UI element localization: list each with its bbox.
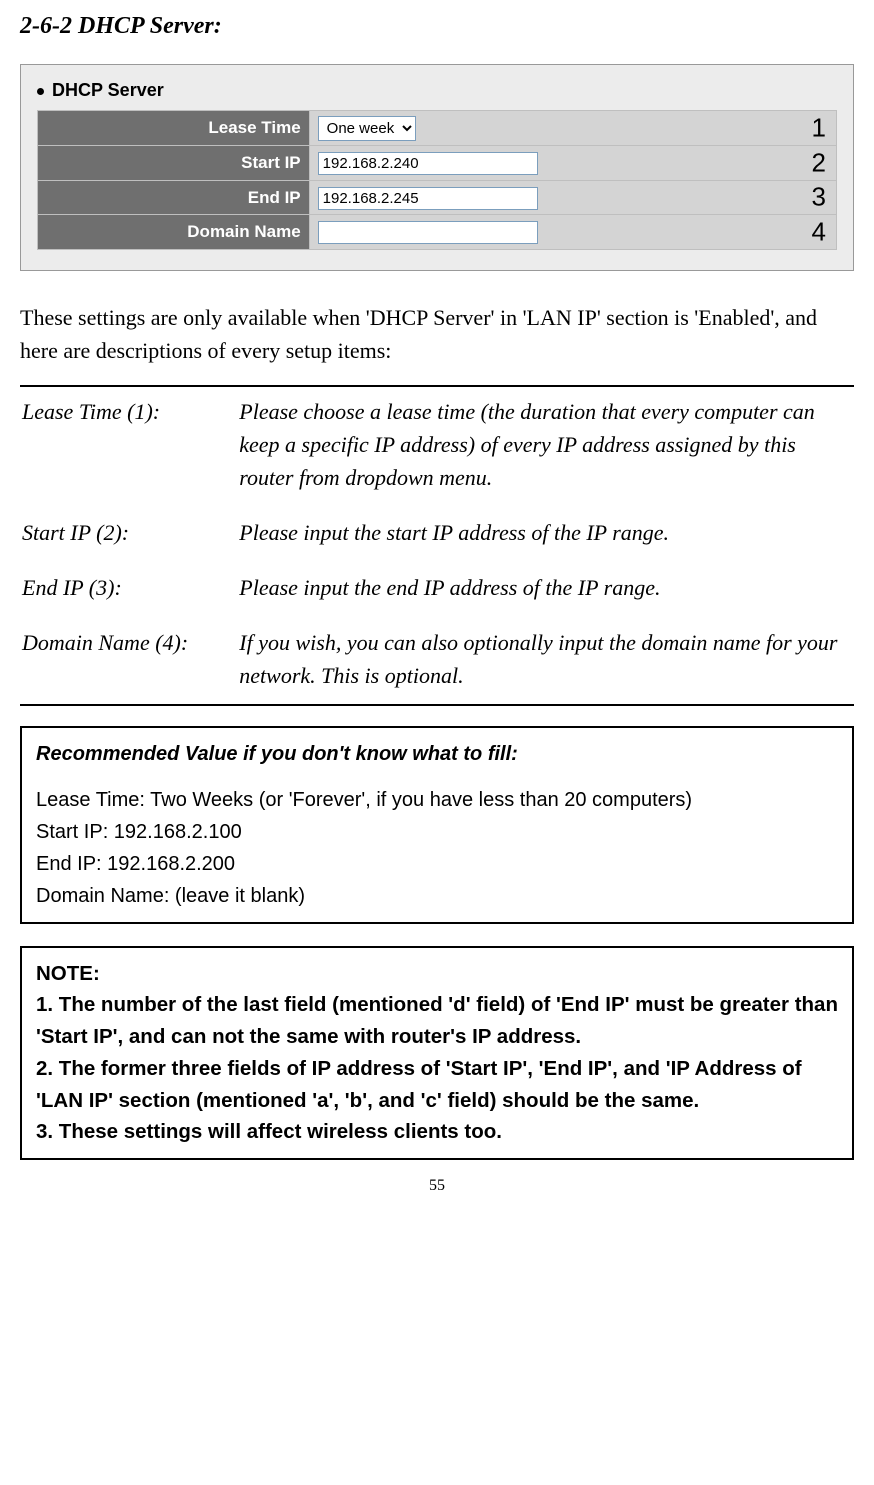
intro-text: These settings are only available when '… (20, 301, 854, 367)
desc-text: If you wish, you can also optionally inp… (239, 626, 852, 696)
domain-name-input[interactable] (318, 221, 538, 244)
note-title: NOTE: (36, 958, 838, 990)
row-start-ip: Start IP 2 (38, 146, 837, 181)
row-number-1: 1 (812, 109, 826, 148)
recommended-box: Recommended Value if you don't know what… (20, 726, 854, 924)
recommended-line: Domain Name: (leave it blank) (36, 880, 838, 912)
recommended-line: Start IP: 192.168.2.100 (36, 816, 838, 848)
row-end-ip: End IP 3 (38, 180, 837, 215)
panel-title: DHCP Server (52, 80, 164, 100)
row-lease-time: Lease Time One week 1 (38, 111, 837, 146)
desc-term: End IP (3): (22, 571, 237, 624)
note-item: 1. The number of the last field (mention… (36, 989, 838, 1053)
desc-text: Please input the end IP address of the I… (239, 571, 852, 624)
description-table: Lease Time (1): Please choose a lease ti… (20, 393, 854, 698)
form-table: Lease Time One week 1 Start IP 2 End IP … (37, 110, 837, 250)
desc-text: Please input the start IP address of the… (239, 516, 852, 569)
label-end-ip: End IP (38, 180, 310, 215)
page-number: 55 (20, 1174, 854, 1198)
dhcp-server-panel: DHCP Server Lease Time One week 1 Start … (20, 64, 854, 271)
note-box: NOTE: 1. The number of the last field (m… (20, 946, 854, 1161)
cell-domain-name: 4 (309, 215, 836, 250)
section-title: 2-6-2 DHCP Server: (20, 8, 854, 44)
cell-lease-time: One week 1 (309, 111, 836, 146)
lease-time-select[interactable]: One week (318, 116, 416, 141)
desc-row: End IP (3): Please input the end IP addr… (22, 571, 852, 624)
cell-end-ip: 3 (309, 180, 836, 215)
bullet-icon (37, 88, 44, 95)
row-number-4: 4 (812, 212, 826, 251)
recommended-line: End IP: 192.168.2.200 (36, 848, 838, 880)
row-number-2: 2 (812, 143, 826, 182)
label-start-ip: Start IP (38, 146, 310, 181)
divider-bottom (20, 704, 854, 706)
row-number-3: 3 (812, 178, 826, 217)
start-ip-input[interactable] (318, 152, 538, 175)
desc-row: Lease Time (1): Please choose a lease ti… (22, 395, 852, 514)
divider-top (20, 385, 854, 387)
desc-text: Please choose a lease time (the duration… (239, 395, 852, 514)
row-domain-name: Domain Name 4 (38, 215, 837, 250)
recommended-title: Recommended Value if you don't know what… (36, 738, 838, 770)
desc-term: Domain Name (4): (22, 626, 237, 696)
desc-term: Start IP (2): (22, 516, 237, 569)
note-item: 3. These settings will affect wireless c… (36, 1116, 838, 1148)
cell-start-ip: 2 (309, 146, 836, 181)
end-ip-input[interactable] (318, 187, 538, 210)
desc-row: Start IP (2): Please input the start IP … (22, 516, 852, 569)
note-item: 2. The former three fields of IP address… (36, 1053, 838, 1117)
desc-term: Lease Time (1): (22, 395, 237, 514)
label-domain-name: Domain Name (38, 215, 310, 250)
panel-header: DHCP Server (37, 77, 837, 104)
desc-row: Domain Name (4): If you wish, you can al… (22, 626, 852, 696)
label-lease-time: Lease Time (38, 111, 310, 146)
recommended-line: Lease Time: Two Weeks (or 'Forever', if … (36, 784, 838, 816)
